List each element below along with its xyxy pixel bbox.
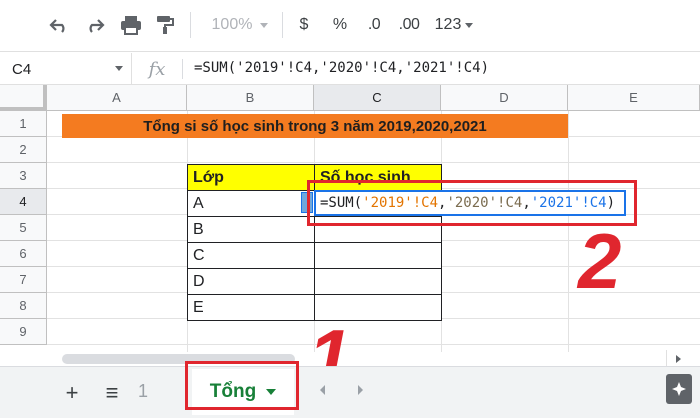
chevron-down-icon	[115, 66, 123, 71]
formula-input[interactable]: =SUM('2019'!C4,'2020'!C4,'2021'!C4)	[194, 60, 489, 76]
scroll-right-arrow[interactable]	[666, 350, 690, 366]
step-1-highlight	[185, 361, 299, 410]
column-header-b[interactable]: B	[187, 85, 314, 111]
column-header-c[interactable]: C	[314, 85, 441, 111]
title-cell[interactable]: Tổng si số học sinh trong 3 năm 2019,202…	[62, 114, 568, 138]
chevron-down-icon	[465, 22, 474, 28]
name-box[interactable]: C4	[0, 53, 132, 85]
undo-icon[interactable]	[44, 10, 74, 40]
row-header-9[interactable]: 9	[0, 319, 47, 345]
formula-bar: C4 fx =SUM('2019'!C4,'2020'!C4,'2021'!C4…	[0, 53, 700, 85]
class-cell-a[interactable]: A	[187, 190, 315, 217]
select-all-corner[interactable]	[0, 85, 47, 111]
horizontal-scrollbar[interactable]	[62, 352, 700, 366]
explore-button[interactable]	[666, 374, 692, 404]
class-cell-d[interactable]: D	[187, 268, 315, 295]
students-cell[interactable]	[314, 242, 442, 269]
row-header-1[interactable]: 1	[0, 111, 47, 137]
paint-format-icon[interactable]	[150, 10, 180, 40]
increase-decimal-button[interactable]: .00	[394, 10, 424, 40]
class-cell-b[interactable]: B	[187, 216, 315, 243]
gridline	[47, 162, 700, 163]
more-formats-button[interactable]: 123	[430, 10, 478, 40]
fx-icon: fx	[148, 58, 166, 80]
row-header-2[interactable]: 2	[0, 137, 47, 163]
row-header-4[interactable]: 4	[0, 189, 47, 215]
zoom-value: 100%	[211, 16, 253, 33]
toolbar-divider	[282, 12, 283, 38]
all-sheets-button[interactable]: ≡	[98, 379, 126, 407]
chevron-down-icon	[260, 22, 269, 28]
class-cell-e[interactable]: E	[187, 294, 315, 321]
row-header-7[interactable]: 7	[0, 267, 47, 293]
gridline	[47, 344, 700, 345]
currency-format-button[interactable]: $	[292, 10, 316, 40]
formula-divider	[182, 59, 183, 79]
explore-icon	[672, 382, 686, 396]
row-header-6[interactable]: 6	[0, 241, 47, 267]
toolbar-divider	[190, 12, 191, 38]
print-icon[interactable]	[116, 10, 146, 40]
sheet-tab-partial[interactable]: 1	[138, 381, 148, 402]
redo-icon[interactable]	[80, 10, 110, 40]
decrease-decimal-button[interactable]: .0	[360, 10, 388, 40]
students-cell[interactable]	[314, 268, 442, 295]
gridline	[568, 111, 569, 352]
header-lop-cell[interactable]: Lớp	[187, 164, 315, 191]
zoom-select[interactable]: 100%	[205, 10, 275, 40]
sheet-bar: + ≡ 1 Tổng	[0, 366, 700, 418]
add-sheet-button[interactable]: +	[58, 379, 86, 407]
scroll-tabs-left-icon[interactable]	[320, 385, 325, 395]
column-header-d[interactable]: D	[441, 85, 568, 111]
step-2-label: 2	[578, 217, 622, 305]
row-header-8[interactable]: 8	[0, 293, 47, 319]
toolbar: 100% $ % .0 .00 123	[0, 0, 700, 52]
scroll-tabs-right-icon[interactable]	[358, 385, 363, 395]
percent-format-button[interactable]: %	[328, 10, 352, 40]
more-formats-label: 123	[434, 16, 462, 33]
row-header-5[interactable]: 5	[0, 215, 47, 241]
column-header-a[interactable]: A	[47, 85, 187, 111]
row-header-3[interactable]: 3	[0, 163, 47, 189]
name-box-value: C4	[12, 60, 32, 78]
class-cell-c[interactable]: C	[187, 242, 315, 269]
column-header-e[interactable]: E	[568, 85, 700, 111]
